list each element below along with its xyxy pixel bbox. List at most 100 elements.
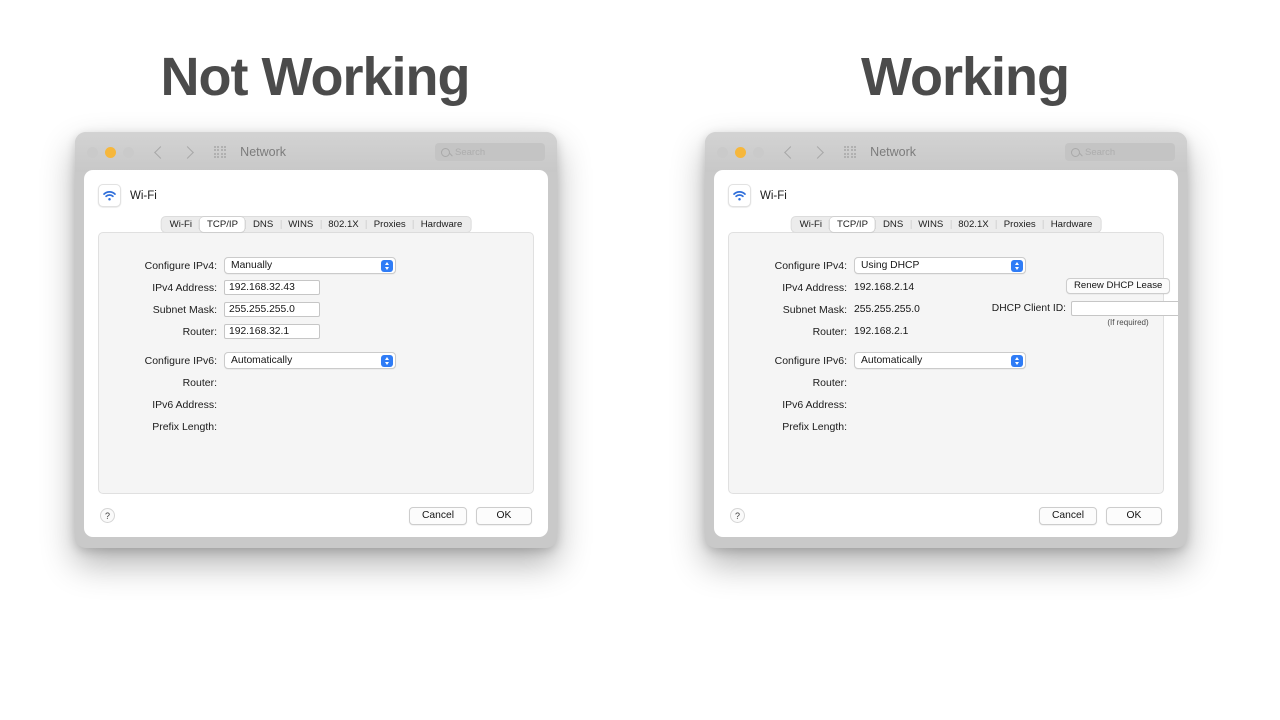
tab-wins[interactable]: WINS — [911, 217, 950, 232]
tab-proxies[interactable]: Proxies — [997, 217, 1043, 232]
tcpip-panel: Configure IPv4: Manually IPv4 Address: 1… — [98, 232, 534, 494]
row-ipv6-router: Router: — [99, 372, 533, 393]
ok-button[interactable]: OK — [1106, 506, 1162, 525]
nav-arrows — [784, 145, 824, 159]
chevron-updown-icon — [1011, 354, 1023, 367]
dhcp-client-id-label: DHCP Client ID: — [991, 303, 1066, 314]
tcpip-form: Configure IPv4: Using DHCP IPv4 Address:… — [729, 233, 1178, 437]
close-button[interactable] — [87, 146, 98, 158]
tab-bar: Wi-Fi TCP/IP DNS WINS 802.1X Proxies Har… — [160, 216, 472, 233]
renew-dhcp-lease-button[interactable]: Renew DHCP Lease — [1066, 278, 1171, 294]
tab-bar-wrap: Wi-Fi TCP/IP DNS WINS 802.1X Proxies Har… — [714, 216, 1178, 233]
chevron-updown-icon — [381, 259, 393, 272]
ipv6-router-label: Router: — [812, 376, 847, 389]
row-prefix-length: Prefix Length: — [99, 416, 533, 437]
chevron-right-icon[interactable] — [181, 145, 194, 159]
router-input[interactable]: 192.168.32.1 — [224, 324, 320, 339]
row-ipv4-address: IPv4 Address: 192.168.2.14 Renew DHCP Le… — [729, 277, 1171, 298]
window-titlebar: Network Search — [75, 132, 557, 172]
ipv6-address-label: IPv6 Address: — [782, 398, 847, 411]
tab-dns[interactable]: DNS — [876, 217, 910, 232]
grid-apps-icon[interactable] — [844, 145, 857, 159]
ipv4-address-value: 192.168.32.43 — [229, 282, 295, 293]
zoom-button[interactable] — [753, 146, 764, 158]
tab-8021x[interactable]: 802.1X — [951, 217, 995, 232]
row-prefix-length: Prefix Length: — [729, 416, 1163, 437]
ipv4-address-input[interactable]: 192.168.32.43 — [224, 280, 320, 295]
chevron-right-icon[interactable] — [811, 145, 824, 159]
search-input[interactable]: Search — [1065, 143, 1175, 161]
tab-proxies[interactable]: Proxies — [367, 217, 413, 232]
search-placeholder: Search — [1085, 146, 1116, 158]
row-configure-ipv4: Configure IPv4: Using DHCP — [729, 255, 1163, 276]
tab-8021x[interactable]: 802.1X — [321, 217, 365, 232]
row-ipv6-address: IPv6 Address: — [99, 394, 533, 415]
zoom-button[interactable] — [123, 146, 134, 158]
chevron-left-icon[interactable] — [154, 145, 167, 159]
close-button[interactable] — [717, 146, 728, 158]
tab-tcpip[interactable]: TCP/IP — [200, 217, 245, 232]
sheet-header: Wi-Fi — [84, 170, 548, 207]
configure-ipv4-value: Manually — [231, 260, 273, 271]
subnet-mask-label: Subnet Mask: — [152, 303, 217, 316]
tab-hardware[interactable]: Hardware — [414, 217, 470, 232]
configure-ipv4-label: Configure IPv4: — [774, 259, 847, 272]
help-button[interactable]: ? — [100, 508, 115, 523]
tab-wins[interactable]: WINS — [281, 217, 320, 232]
tab-hardware[interactable]: Hardware — [1044, 217, 1100, 232]
tab-tcpip[interactable]: TCP/IP — [830, 217, 875, 232]
service-name: Wi-Fi — [760, 189, 787, 202]
configure-ipv4-value: Using DHCP — [861, 260, 920, 271]
row-configure-ipv6: Configure IPv6: Automatically — [99, 350, 533, 371]
configure-ipv6-select[interactable]: Automatically — [224, 352, 396, 369]
configure-ipv4-select[interactable]: Manually — [224, 257, 396, 274]
tcpip-panel: Configure IPv4: Using DHCP IPv4 Address:… — [728, 232, 1178, 494]
traffic-lights — [717, 146, 764, 158]
dhcp-client-id-input[interactable] — [1071, 301, 1178, 316]
ipv4-address-label: IPv4 Address: — [782, 281, 847, 294]
window-titlebar: Network Search — [705, 132, 1187, 172]
router-value: 192.168.2.1 — [854, 326, 909, 337]
row-ipv6-address: IPv6 Address: — [729, 394, 1163, 415]
chevron-updown-icon — [1011, 259, 1023, 272]
network-settings-sheet: Wi-Fi Wi-Fi TCP/IP DNS WINS 802.1X Proxi… — [84, 170, 548, 537]
cancel-button[interactable]: Cancel — [408, 506, 467, 525]
configure-ipv6-value: Automatically — [861, 355, 923, 366]
configure-ipv4-label: Configure IPv4: — [144, 259, 217, 272]
configure-ipv6-label: Configure IPv6: — [144, 354, 217, 367]
row-configure-ipv6: Configure IPv6: Automatically — [729, 350, 1163, 371]
row-ipv4-address: IPv4 Address: 192.168.32.43 — [99, 277, 533, 298]
row-subnet-mask: Subnet Mask: 255.255.255.0 — [99, 299, 533, 320]
ok-button[interactable]: OK — [476, 506, 532, 525]
tab-wifi[interactable]: Wi-Fi — [793, 217, 829, 232]
search-input[interactable]: Search — [435, 143, 545, 161]
subnet-mask-input[interactable]: 255.255.255.0 — [224, 302, 320, 317]
grid-apps-icon[interactable] — [214, 145, 227, 159]
row-subnet-mask: Subnet Mask: 255.255.255.0 DHCP Client I… — [729, 299, 1178, 327]
minimize-button[interactable] — [105, 146, 116, 158]
subnet-mask-value: 255.255.255.0 — [854, 304, 920, 315]
chevron-left-icon[interactable] — [784, 145, 797, 159]
configure-ipv6-select[interactable]: Automatically — [854, 352, 1026, 369]
tab-wifi[interactable]: Wi-Fi — [163, 217, 199, 232]
prefix-length-label: Prefix Length: — [152, 420, 217, 433]
configure-ipv4-select[interactable]: Using DHCP — [854, 257, 1026, 274]
help-button[interactable]: ? — [730, 508, 745, 523]
service-name: Wi-Fi — [130, 189, 157, 202]
chevron-updown-icon — [381, 354, 393, 367]
cancel-button[interactable]: Cancel — [1038, 506, 1097, 525]
network-settings-sheet: Wi-Fi Wi-Fi TCP/IP DNS WINS 802.1X Proxi… — [714, 170, 1178, 537]
ipv4-address-value: 192.168.2.14 — [854, 282, 915, 293]
sheet-footer: ? Cancel OK — [714, 494, 1178, 537]
subnet-mask-value: 255.255.255.0 — [229, 304, 295, 315]
tab-bar: Wi-Fi TCP/IP DNS WINS 802.1X Proxies Har… — [790, 216, 1102, 233]
tab-dns[interactable]: DNS — [246, 217, 280, 232]
configure-ipv6-label: Configure IPv6: — [774, 354, 847, 367]
wifi-icon — [98, 184, 121, 207]
router-label: Router: — [182, 325, 217, 338]
router-label: Router: — [812, 325, 847, 338]
wifi-icon — [728, 184, 751, 207]
ipv6-address-label: IPv6 Address: — [152, 398, 217, 411]
configure-ipv6-value: Automatically — [231, 355, 293, 366]
minimize-button[interactable] — [735, 146, 746, 158]
